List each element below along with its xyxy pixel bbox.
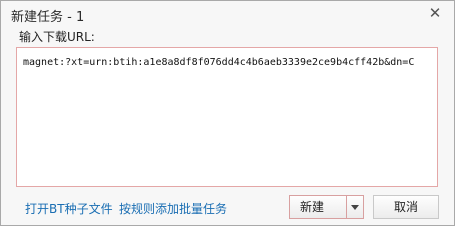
open-bt-torrent-link[interactable]: 打开BT种子文件 [25, 200, 113, 217]
close-icon[interactable]: ✕ [424, 3, 446, 23]
caret-down-icon [351, 205, 359, 210]
add-batch-tasks-link[interactable]: 按规则添加批量任务 [119, 200, 227, 217]
new-task-dialog: 新建任务 - 1 ✕ 输入下载URL: magnet:?xt=urn:btih:… [0, 0, 455, 226]
url-label: 输入下载URL: [19, 30, 95, 44]
download-url-input[interactable]: magnet:?xt=urn:btih:a1e8a8df8f076dd4c4b6… [16, 47, 438, 187]
cancel-button[interactable]: 取消 [373, 195, 439, 219]
dialog-title: 新建任务 - 1 [11, 10, 85, 25]
new-task-dropdown-button[interactable] [346, 195, 364, 219]
new-task-button[interactable]: 新建 [289, 195, 347, 219]
title-bar: 新建任务 - 1 ✕ [1, 1, 454, 27]
